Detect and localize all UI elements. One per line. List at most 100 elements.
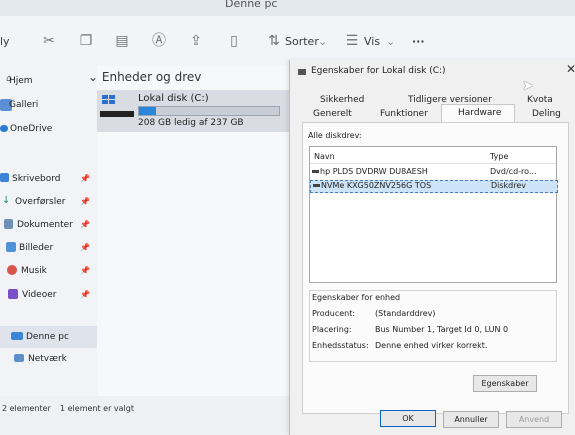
all-drives-label: Alle diskdrev: [308, 131, 362, 140]
nav-item-onedrive[interactable]: OneDrive [0, 120, 95, 140]
device-status-label: Enhedsstatus: [312, 341, 369, 350]
documents-icon [4, 219, 13, 229]
close-icon[interactable]: ✕ [566, 62, 575, 76]
nav-item-label: Videoer [22, 290, 57, 300]
nav-item-label: Dokumenter [17, 220, 73, 230]
drive-name: Lokal disk (C:) [138, 93, 209, 104]
mouse-cursor-icon: ➤ [522, 78, 534, 94]
ok-button[interactable]: OK [380, 410, 436, 427]
onedrive-cloud-icon [0, 125, 8, 132]
tab-quota[interactable]: Kvota [527, 95, 553, 105]
location-label: Placering: [312, 325, 352, 334]
nav-item-label: Overførsler [15, 197, 66, 207]
nav-item-label: Musik [21, 266, 47, 276]
nav-item-label: Netværk [28, 354, 67, 364]
window-title: Denne pc [225, 0, 278, 10]
nav-item-home[interactable]: ⌂ Hjem [0, 72, 95, 92]
apply-button[interactable]: Anvend [506, 411, 562, 428]
nav-item-label: Skrivebord [12, 174, 61, 184]
nav-item-label: Hjem [9, 76, 33, 86]
nav-item-downloads[interactable]: ↓ Overførsler 📌 [0, 193, 95, 213]
more-options-button[interactable]: ··· [412, 35, 425, 48]
nav-item-gallery[interactable]: Galleri [0, 96, 95, 116]
header-divider [310, 163, 556, 164]
tab-sharing[interactable]: Deling [532, 109, 561, 119]
nav-item-network[interactable]: Netværk [0, 350, 95, 370]
group-header-label: Enheder og drev [101, 70, 202, 84]
device-status-value: Denne enhed virker korrekt. [375, 341, 488, 350]
view-chevron-icon[interactable]: ⌄ [386, 35, 395, 48]
nav-item-videos[interactable]: Videoer 📌 [0, 286, 95, 306]
properties-button[interactable]: Egenskaber [473, 375, 537, 392]
music-icon [7, 265, 17, 275]
computer-icon [11, 332, 23, 340]
videos-icon [8, 289, 18, 299]
column-header-name[interactable]: Navn [314, 152, 335, 161]
group-header[interactable]: ⌄ Enheder og drev [88, 70, 201, 84]
chevron-down-icon[interactable]: ⌄ [88, 70, 98, 84]
column-header-type[interactable]: Type [490, 152, 508, 161]
table-row-selected[interactable]: NVMe KXG50ZNV256G TOS Diskdrev [310, 180, 558, 193]
nav-item-label: OneDrive [10, 124, 53, 134]
drive-row-type: Diskdrev [491, 181, 527, 190]
item-count: 2 elementer [2, 404, 51, 413]
pin-icon[interactable]: 📌 [80, 290, 90, 299]
view-icon[interactable]: ☰ [343, 32, 361, 50]
nav-item-label: Denne pc [26, 332, 69, 342]
pin-icon[interactable]: 📌 [80, 266, 90, 275]
drive-title-icon [298, 69, 306, 75]
pin-icon[interactable]: 📌 [80, 174, 90, 183]
sort-button[interactable]: Sorter [285, 35, 319, 48]
navigation-pane: ⌂ Hjem Galleri OneDrive Skrivebord 📌 ↓ O… [0, 66, 97, 396]
drive-usage-fill [139, 107, 156, 115]
drive-row-name: NVMe KXG50ZNV256G TOS [321, 181, 432, 190]
drive-row-name: hp PLDS DVDRW DU8AESH [320, 167, 428, 176]
pin-icon[interactable]: 📌 [80, 243, 90, 252]
rename-icon[interactable]: Ⓐ [150, 32, 168, 50]
windows-logo-icon [102, 95, 116, 105]
tab-security[interactable]: Sikkerhed [320, 95, 364, 105]
new-button-label[interactable]: ly [0, 35, 10, 48]
drive-tile[interactable]: Lokal disk (C:) 208 GB ledig af 237 GB [97, 90, 293, 132]
view-button[interactable]: Vis [364, 35, 380, 48]
cut-icon[interactable]: ✂ [40, 32, 58, 50]
copy-icon[interactable]: ❐ [77, 32, 95, 50]
drive-usage-bar [138, 106, 280, 116]
pin-icon[interactable]: 📌 [80, 197, 90, 206]
status-bar: 2 elementer 1 element er valgt [0, 396, 298, 431]
drive-row-type: Dvd/cd-ro... [490, 167, 537, 176]
drive-space-text: 208 GB ledig af 237 GB [138, 118, 244, 128]
paste-icon[interactable]: ▤ [113, 32, 131, 50]
nav-item-label: Billeder [19, 243, 54, 253]
nav-item-desktop[interactable]: Skrivebord 📌 [0, 170, 95, 190]
nav-item-documents[interactable]: Dokumenter 📌 [0, 216, 95, 236]
tab-features[interactable]: Funktioner [380, 109, 428, 119]
nav-item-label: Galleri [9, 100, 39, 110]
dialog-title: Egenskaber for Lokal disk (C:) [311, 66, 446, 76]
tab-hardware[interactable]: Hardware [458, 108, 501, 118]
pictures-icon [6, 242, 16, 252]
location-value: Bus Number 1, Target Id 0, LUN 0 [375, 325, 509, 334]
device-properties-legend: Egenskaber for enhed [312, 293, 401, 302]
disk-drive-icon [313, 184, 320, 187]
cancel-button[interactable]: Annuller [443, 411, 499, 428]
sort-icon[interactable]: ⇅ [265, 32, 283, 50]
drives-list[interactable]: Navn Type hp PLDS DVDRW DU8AESH Dvd/cd-r… [309, 146, 558, 283]
window-title-bar: Denne pc [0, 0, 575, 16]
tab-previous-versions[interactable]: Tidligere versioner [408, 95, 492, 105]
network-icon [14, 354, 24, 362]
download-icon: ↓ [2, 195, 11, 206]
nav-item-pictures[interactable]: Billeder 📌 [0, 239, 95, 259]
delete-icon[interactable]: ▯ [225, 32, 243, 50]
pin-icon[interactable]: 📌 [80, 220, 90, 229]
table-row[interactable]: hp PLDS DVDRW DU8AESH Dvd/cd-ro... [310, 167, 556, 178]
nav-item-music[interactable]: Musik 📌 [0, 262, 95, 282]
share-icon[interactable]: ⇪ [187, 32, 205, 50]
nav-item-this-pc[interactable]: Denne pc [0, 328, 95, 348]
sort-chevron-icon[interactable]: ⌄ [318, 35, 327, 48]
desktop-icon [0, 173, 9, 182]
producer-value: (Standarddrev) [375, 309, 436, 318]
optical-drive-icon [312, 170, 319, 173]
tab-general[interactable]: Generelt [313, 109, 352, 119]
drive-icon [100, 111, 134, 117]
